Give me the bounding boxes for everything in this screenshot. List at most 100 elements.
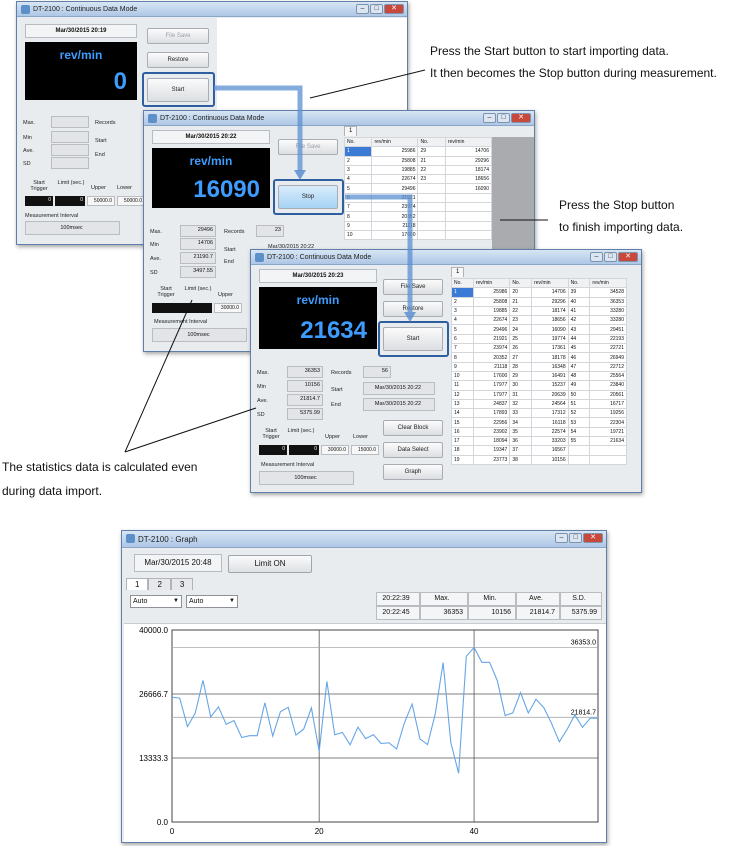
interval-label: Measurement Interval (261, 462, 315, 468)
trigger-field[interactable]: 0 (259, 445, 287, 455)
restore-button[interactable]: Restore (147, 52, 209, 68)
maximize-button[interactable]: □ (569, 533, 582, 543)
table-cell: 21118 (472, 361, 511, 372)
table-row[interactable]: 6 21921 25 19774 44 22193 (451, 333, 627, 345)
table-row[interactable]: 5 29496 24 16090 43 29451 (451, 324, 627, 335)
table-row[interactable]: 4 22674 23 18656 (343, 174, 493, 185)
table-cell: 48 (567, 370, 591, 382)
table-row[interactable]: 1 25986 29 14706 (343, 146, 493, 157)
table-cell: 23974 (371, 202, 419, 213)
data-table: No. rev/min No. rev/min 1 25986 29 14706 2 25808 2… (343, 136, 493, 241)
data-select-button[interactable]: Data Select (383, 442, 443, 458)
minimize-button[interactable]: – (483, 113, 496, 123)
tab-1[interactable]: 1 (451, 267, 465, 277)
lower-field[interactable]: 50000.0 (117, 196, 145, 206)
table-cell: 16567 (531, 445, 569, 456)
close-icon[interactable]: ✕ (384, 4, 404, 14)
table-row[interactable]: 1 25986 20 14706 39 34528 (451, 287, 627, 298)
restore-button[interactable]: Restore (383, 301, 443, 317)
table-row[interactable]: 3 19885 22 18174 41 33280 (451, 305, 627, 317)
close-icon[interactable]: ✕ (583, 533, 603, 543)
table-cell: 16 (451, 426, 474, 438)
maximize-button[interactable]: □ (370, 4, 383, 14)
table-cell: 19885 (472, 305, 511, 317)
table-cell: 38 (509, 454, 533, 465)
table-cell: 39 (567, 287, 591, 298)
table-cell: 17361 (531, 343, 569, 354)
table-row[interactable]: 2 25808 21 29296 40 36353 (451, 296, 627, 307)
table-row[interactable]: 7 23974 (343, 202, 493, 213)
limit-on-button[interactable]: Limit ON (228, 555, 312, 573)
value-display: rev/min 16090 (152, 148, 270, 208)
table-row[interactable]: 14 17893 33 17312 52 19256 (451, 408, 627, 419)
table-cell: 40 (567, 296, 591, 307)
table-row[interactable]: 10 17600 29 16491 48 25564 (451, 370, 627, 382)
x-scale-value: Auto (189, 598, 204, 605)
tab-1[interactable]: 1 (344, 126, 358, 136)
minimize-button[interactable]: – (590, 252, 603, 262)
table-row[interactable]: 8 20352 27 18178 46 26949 (451, 352, 627, 363)
table-row[interactable]: 10 17600 (343, 229, 493, 241)
clear-block-button[interactable]: Clear Block (383, 420, 443, 436)
table-row[interactable]: 6 21921 (343, 192, 493, 204)
table-cell: 37 (509, 445, 533, 456)
table-row[interactable]: 9 21118 (343, 220, 493, 231)
file-save-button[interactable]: File Save (278, 139, 338, 155)
start-trigger-label: Start Trigger (262, 428, 280, 440)
sd-label: SD (257, 412, 265, 418)
table-row[interactable]: 4 22674 23 18656 42 33280 (451, 315, 627, 326)
trigger-field[interactable]: 0 (25, 196, 53, 206)
tab-3[interactable]: 3 (170, 578, 194, 590)
maximize-button[interactable]: □ (497, 113, 510, 123)
interval-field: 100msec (259, 471, 354, 485)
file-save-button[interactable]: File Save (383, 279, 443, 295)
table-row[interactable]: 19 23773 38 10156 (451, 454, 627, 465)
table-row[interactable]: 2 25808 21 29296 (343, 155, 493, 166)
table-cell: 29296 (444, 155, 493, 166)
maximize-button[interactable]: □ (604, 252, 617, 262)
lower-field[interactable]: 15000.0 (351, 445, 379, 455)
interval-label: Measurement Interval (25, 213, 79, 219)
table-row[interactable]: 9 21118 28 16348 47 22712 (451, 361, 627, 372)
app-icon (126, 534, 135, 543)
minimize-button[interactable]: – (356, 4, 369, 14)
interval-field: 100msec (25, 221, 120, 235)
table-cell: 20352 (472, 352, 511, 363)
limit-field[interactable]: 0 (289, 445, 319, 455)
upper-field[interactable]: 30000.0 (214, 303, 242, 313)
table-cell (417, 202, 446, 213)
table-row[interactable]: 11 17977 30 15237 49 23840 (451, 380, 627, 391)
table-row[interactable]: 7 23974 26 17361 45 22721 (451, 343, 627, 354)
graph-button[interactable]: Graph (383, 464, 443, 480)
table-row[interactable]: 15 22956 34 16118 53 22304 (451, 417, 627, 428)
records-field: 23 (256, 225, 284, 237)
table-row[interactable]: 8 20352 (343, 211, 493, 222)
tab-2[interactable]: 2 (148, 578, 171, 590)
table-row[interactable]: 3 19885 22 18174 (343, 164, 493, 176)
x-scale-select[interactable]: Auto ▼ (186, 595, 238, 608)
table-row[interactable]: 13 24837 32 24564 51 16717 (451, 398, 627, 410)
tab-1[interactable]: 1 (126, 578, 149, 590)
table-cell: 35 (509, 426, 533, 438)
file-save-button[interactable]: File Save (147, 28, 209, 44)
close-icon[interactable]: ✕ (618, 252, 638, 262)
table-cell (444, 211, 493, 222)
value-display: rev/min 21634 (259, 287, 377, 349)
table-cell: 51 (567, 398, 591, 410)
close-icon[interactable]: ✕ (511, 113, 531, 123)
chevron-down-icon: ▼ (229, 598, 235, 604)
upper-field[interactable]: 30000.0 (321, 445, 349, 455)
y-scale-select[interactable]: Auto ▼ (130, 595, 182, 608)
upper-field[interactable]: 50000.0 (87, 196, 115, 206)
minimize-button[interactable]: – (555, 533, 568, 543)
table-row[interactable]: 17 18094 36 33203 55 21634 (451, 436, 627, 447)
table-row[interactable]: 5 29496 16090 (343, 183, 493, 194)
table-cell: 15237 (531, 380, 569, 391)
table-row[interactable]: 12 17977 31 20639 50 20561 (451, 389, 627, 400)
limit-field[interactable]: 0 (55, 196, 85, 206)
trigger-limit-field[interactable] (152, 303, 212, 313)
table-cell: 34528 (589, 287, 627, 298)
annotation-stats-line2: during data import. (2, 484, 103, 498)
table-row[interactable]: 16 23902 35 22574 54 19721 (451, 426, 627, 438)
table-row[interactable]: 18 19347 37 16567 (451, 445, 627, 456)
